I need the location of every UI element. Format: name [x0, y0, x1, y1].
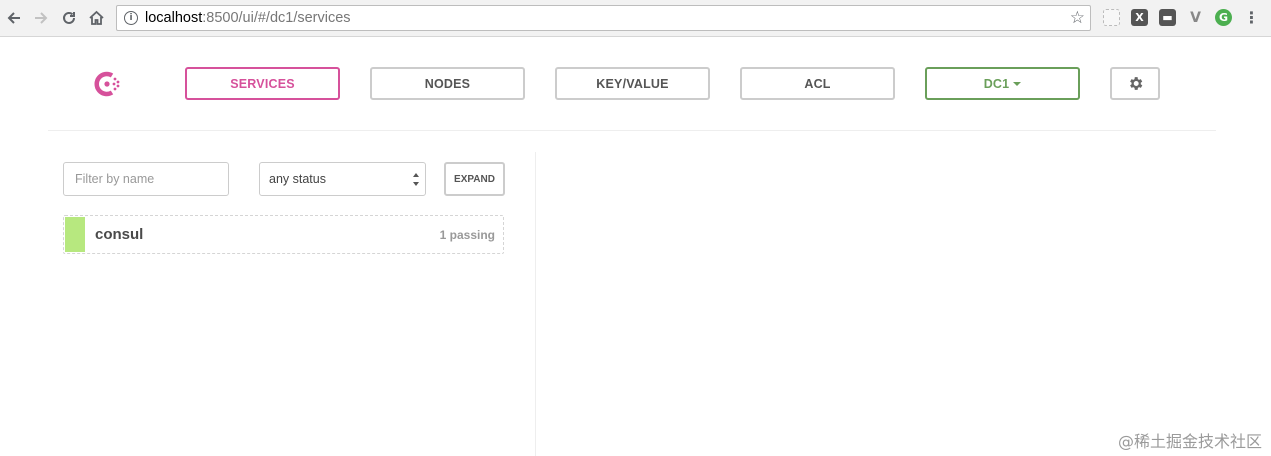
datacenter-label: DC1 — [983, 76, 1010, 91]
tab-services[interactable]: SERVICES — [185, 67, 340, 100]
extension-menu-icon[interactable]: ▬ — [1159, 9, 1176, 26]
extension-v-icon[interactable]: V — [1187, 9, 1204, 26]
tab-acl[interactable]: ACL — [740, 67, 895, 100]
caret-down-icon — [1013, 81, 1022, 86]
service-row[interactable]: consul 1 passing — [63, 215, 504, 254]
browser-toolbar: i localhost:8500/ui/#/dc1/services ☆ X ▬… — [0, 0, 1271, 37]
select-arrows-icon — [412, 173, 420, 186]
status-select-value: any status — [269, 172, 326, 186]
forward-arrow-icon[interactable] — [29, 6, 53, 30]
tab-nodes[interactable]: NODES — [370, 67, 525, 100]
home-icon[interactable] — [84, 6, 108, 30]
address-bar[interactable]: i localhost:8500/ui/#/dc1/services ☆ — [116, 5, 1091, 31]
gear-icon — [1129, 77, 1142, 90]
service-health-count: 1 passing — [439, 228, 495, 242]
filter-by-name-input[interactable] — [63, 162, 229, 196]
url-text: localhost:8500/ui/#/dc1/services — [145, 10, 351, 26]
consul-logo-icon[interactable] — [93, 68, 125, 100]
settings-button[interactable] — [1110, 67, 1160, 100]
header-divider — [48, 130, 1216, 131]
bookmark-star-icon[interactable]: ☆ — [1070, 8, 1085, 28]
status-select[interactable]: any status — [259, 162, 426, 196]
back-arrow-icon[interactable] — [2, 6, 26, 30]
watermark: @稀土掘金技术社区 — [1117, 432, 1262, 451]
kebab-menu-icon[interactable]: ⋮ — [1243, 8, 1260, 27]
datacenter-dropdown[interactable]: DC1 — [925, 67, 1080, 100]
expand-button[interactable]: EXPAND — [444, 162, 505, 196]
info-icon[interactable]: i — [124, 11, 138, 25]
passing-status-indicator — [65, 217, 85, 252]
reload-icon[interactable] — [57, 6, 81, 30]
extension-g-icon[interactable]: G — [1215, 9, 1232, 26]
extension-grid-icon[interactable] — [1103, 9, 1120, 26]
extension-x-icon[interactable]: X — [1131, 9, 1148, 26]
column-divider — [535, 152, 536, 456]
tab-key-value[interactable]: KEY/VALUE — [555, 67, 710, 100]
service-name: consul — [95, 226, 144, 243]
